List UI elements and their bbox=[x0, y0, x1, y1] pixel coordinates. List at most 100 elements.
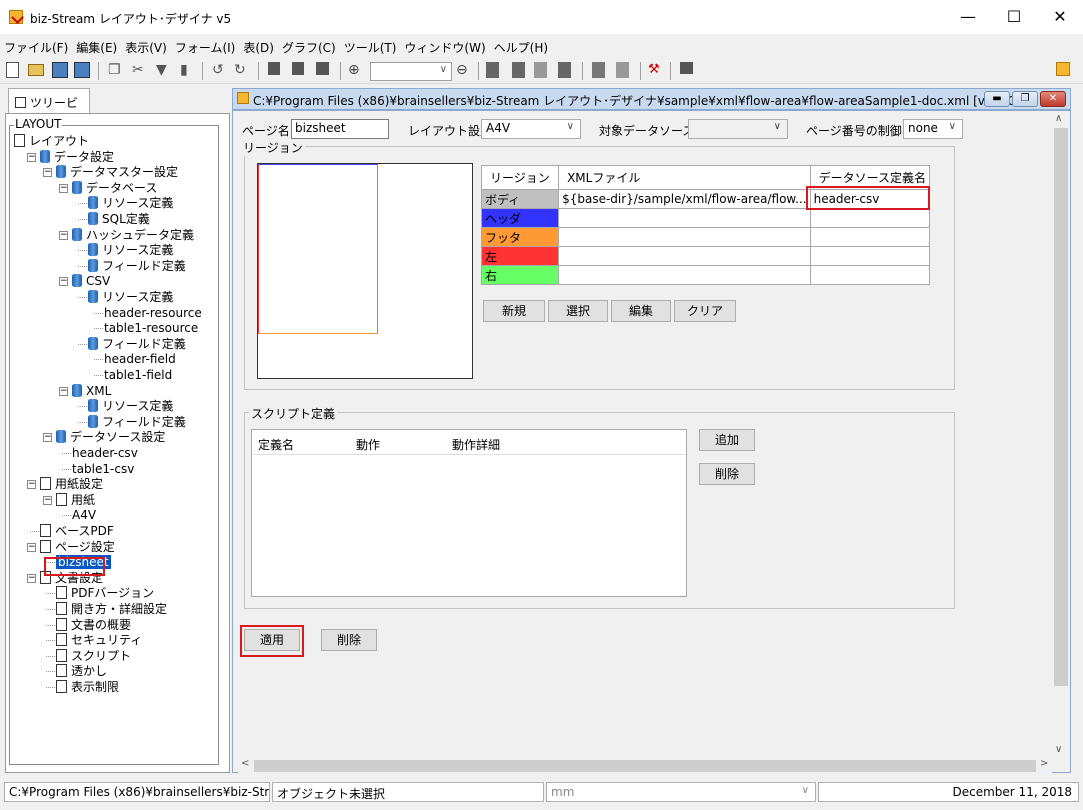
tree-item[interactable]: スクリプト bbox=[56, 648, 131, 664]
form-icon[interactable] bbox=[558, 62, 571, 78]
cut-icon[interactable]: ✂ bbox=[132, 62, 148, 78]
new-file-icon[interactable] bbox=[6, 62, 19, 78]
menu-tool[interactable]: ツール(T) bbox=[340, 36, 401, 56]
tree-item[interactable]: A4V bbox=[72, 507, 96, 523]
delete-button[interactable]: 削除 bbox=[321, 629, 377, 651]
collapse-toggle-icon[interactable]: − bbox=[59, 277, 68, 287]
tree-item[interactable]: フィールド定義 bbox=[88, 336, 186, 352]
tree-item[interactable]: CSV bbox=[72, 273, 110, 289]
tree-item[interactable]: ページ設定 bbox=[40, 539, 115, 555]
tree-item[interactable]: フィールド定義 bbox=[88, 414, 186, 430]
zoom-combo[interactable]: ∨ bbox=[370, 62, 452, 81]
tree-item[interactable]: 透かし bbox=[56, 663, 107, 679]
layout-select[interactable]: A4V ∨ bbox=[481, 119, 581, 139]
menu-form[interactable]: フォーム(I) bbox=[171, 36, 240, 56]
region-new-button[interactable]: 新規 bbox=[483, 300, 545, 322]
tree-item[interactable]: データマスター設定 bbox=[56, 164, 178, 180]
preview-icon[interactable] bbox=[592, 62, 605, 78]
edit-icon[interactable] bbox=[486, 62, 499, 78]
page-number-select[interactable]: none ∨ bbox=[903, 119, 963, 139]
tools-icon[interactable]: ⚒ bbox=[648, 62, 664, 78]
tree-item[interactable]: データベース bbox=[72, 180, 157, 196]
tree-item[interactable]: 開き方・詳細設定 bbox=[56, 601, 167, 617]
open-folder-icon[interactable] bbox=[28, 64, 44, 76]
tree-item[interactable]: XML bbox=[72, 383, 111, 399]
collapse-toggle-icon[interactable]: − bbox=[59, 386, 68, 396]
table-row[interactable]: ヘッダ bbox=[480, 208, 931, 228]
menu-table[interactable]: 表(D) bbox=[239, 36, 278, 56]
page-grid-icon[interactable] bbox=[316, 62, 329, 75]
tree-item[interactable]: ベースPDF bbox=[40, 523, 114, 539]
tree-item[interactable]: リソース定義 bbox=[88, 242, 173, 258]
region-edit-button[interactable]: 編集 bbox=[611, 300, 671, 322]
region-datasource[interactable] bbox=[809, 265, 931, 285]
zoom-in-icon[interactable]: ⊕ bbox=[348, 62, 364, 78]
table-row[interactable]: 右 bbox=[480, 265, 931, 285]
tree-item[interactable]: header-csv bbox=[72, 445, 138, 461]
scroll-left-icon[interactable]: < bbox=[241, 758, 249, 769]
tree-item[interactable]: header-resource bbox=[104, 305, 202, 321]
tree-item[interactable]: SQL定義 bbox=[88, 211, 150, 227]
copy-icon[interactable]: ❐ bbox=[108, 62, 124, 78]
undo-icon[interactable]: ↺ bbox=[212, 62, 228, 78]
collapse-toggle-icon[interactable]: − bbox=[27, 573, 36, 583]
menu-edit[interactable]: 編集(E) bbox=[72, 36, 121, 56]
page-layout-icon[interactable] bbox=[292, 62, 304, 75]
redo-icon[interactable]: ↻ bbox=[234, 62, 250, 78]
scroll-down-icon[interactable]: ∨ bbox=[1055, 744, 1062, 755]
child-minimize-button[interactable]: ▬ bbox=[984, 91, 1010, 107]
menu-file[interactable]: ファイル(F) bbox=[0, 36, 72, 56]
tree-item[interactable]: 用紙設定 bbox=[40, 476, 103, 492]
tree-item[interactable]: セキュリティ bbox=[56, 632, 142, 648]
tree-item[interactable]: フィールド定義 bbox=[88, 258, 186, 274]
save-icon[interactable] bbox=[52, 62, 68, 78]
region-clear-button[interactable]: クリア bbox=[674, 300, 736, 322]
maximize-button[interactable]: ☐ bbox=[991, 0, 1037, 34]
collapse-toggle-icon[interactable]: − bbox=[43, 433, 52, 443]
collapse-toggle-icon[interactable]: − bbox=[27, 542, 36, 552]
tree-item[interactable]: 用紙 bbox=[56, 492, 95, 508]
child-close-button[interactable]: ✕ bbox=[1040, 91, 1066, 107]
tree-item[interactable]: table1-resource bbox=[104, 320, 198, 336]
tree-item[interactable]: 表示制限 bbox=[56, 679, 119, 695]
region-xml[interactable]: ${base-dir}/sample/xml/flow-area/flow... bbox=[558, 189, 811, 209]
collapse-toggle-icon[interactable]: − bbox=[43, 168, 52, 178]
scroll-up-icon[interactable]: ∧ bbox=[1055, 113, 1062, 124]
barcode-icon[interactable] bbox=[616, 62, 629, 78]
tree-item[interactable]: 文書の概要 bbox=[56, 617, 131, 633]
tree-item[interactable]: table1-csv bbox=[72, 461, 134, 477]
menu-help[interactable]: ヘルプ(H) bbox=[490, 36, 552, 56]
page-icon[interactable] bbox=[268, 62, 280, 75]
close-button[interactable]: ✕ bbox=[1037, 0, 1083, 34]
window-icon[interactable] bbox=[680, 62, 693, 74]
table-edit-icon[interactable] bbox=[534, 62, 547, 78]
tree-item[interactable]: リソース定義 bbox=[88, 195, 173, 211]
region-datasource[interactable] bbox=[809, 246, 931, 266]
region-xml[interactable] bbox=[558, 246, 811, 266]
vertical-scroll-thumb[interactable] bbox=[1054, 128, 1068, 686]
tree-item[interactable]: header-field bbox=[104, 351, 176, 367]
page-name-input[interactable]: bizsheet bbox=[291, 119, 389, 139]
tree-item[interactable]: ハッシュデータ定義 bbox=[72, 227, 194, 243]
menu-window[interactable]: ウィンドウ(W) bbox=[400, 36, 489, 56]
menu-graph[interactable]: グラフ(C) bbox=[278, 36, 340, 56]
region-select-button[interactable]: 選択 bbox=[548, 300, 608, 322]
tree-item[interactable]: リソース定義 bbox=[88, 398, 173, 414]
region-xml[interactable] bbox=[558, 265, 811, 285]
scroll-right-icon[interactable]: > bbox=[1040, 758, 1048, 769]
minimize-button[interactable]: — bbox=[945, 0, 991, 34]
region-datasource[interactable] bbox=[809, 208, 931, 228]
script-delete-button[interactable]: 削除 bbox=[699, 463, 755, 485]
tab-tree-view[interactable]: ツリービュー bbox=[8, 88, 90, 127]
collapse-toggle-icon[interactable]: − bbox=[59, 183, 68, 193]
tree-item[interactable]: PDFバージョン bbox=[56, 585, 154, 601]
table-row[interactable]: 左 bbox=[480, 246, 931, 266]
menu-view[interactable]: 表示(V) bbox=[121, 36, 171, 56]
collapse-toggle-icon[interactable]: − bbox=[27, 480, 36, 490]
paste-icon[interactable]: ▼ bbox=[156, 62, 172, 78]
tree-item[interactable]: データソース設定 bbox=[56, 429, 165, 445]
delete-icon[interactable]: ▮ bbox=[180, 62, 196, 78]
tree-item[interactable]: データ設定 bbox=[40, 149, 114, 165]
child-restore-button[interactable]: ❐ bbox=[1012, 91, 1038, 107]
tree-item[interactable]: table1-field bbox=[104, 367, 172, 383]
